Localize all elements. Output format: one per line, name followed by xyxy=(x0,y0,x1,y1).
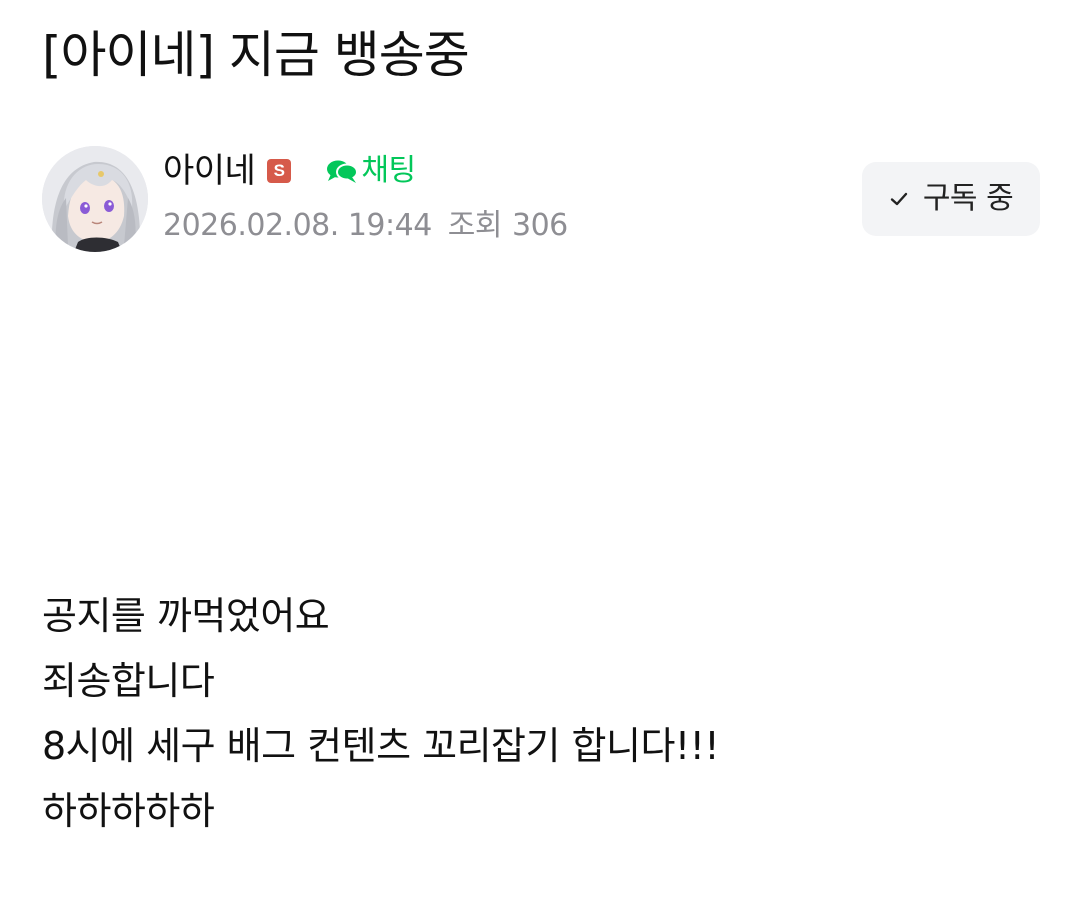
chat-button[interactable]: 채팅 xyxy=(325,148,416,194)
views-label: 조회 xyxy=(447,208,503,243)
chat-label: 채팅 xyxy=(361,153,416,188)
avatar[interactable] xyxy=(42,146,148,252)
post-date: 2026.02.08. 19:44 xyxy=(163,208,432,243)
subscribe-label: 구독 중 xyxy=(922,181,1014,216)
author-row: 아이네 S 채팅 xyxy=(163,148,416,194)
post-meta: 2026.02.08. 19:44 조회 306 xyxy=(163,206,568,246)
post-body: 공지를 까먹었어요 죄송합니다 8시에 세구 배그 컨텐츠 꼬리잡기 합니다!!… xyxy=(42,584,1042,844)
body-line: 공지를 까먹었어요 xyxy=(42,594,330,638)
speech-bubbles-icon xyxy=(325,157,359,185)
subscribe-button[interactable]: 구독 중 xyxy=(862,162,1040,236)
post-title: [아이네] 지금 뱅송중 xyxy=(42,26,470,84)
views-count: 306 xyxy=(512,208,568,243)
avatar-image xyxy=(42,146,148,252)
author-name[interactable]: 아이네 xyxy=(163,148,256,194)
body-line: 하하하하하 xyxy=(42,789,215,833)
staff-badge: S xyxy=(267,159,292,183)
body-line: 죄송합니다 xyxy=(42,659,215,703)
body-line: 8시에 세구 배그 컨텐츠 꼬리잡기 합니다!!! xyxy=(42,724,720,768)
check-icon xyxy=(889,189,909,209)
